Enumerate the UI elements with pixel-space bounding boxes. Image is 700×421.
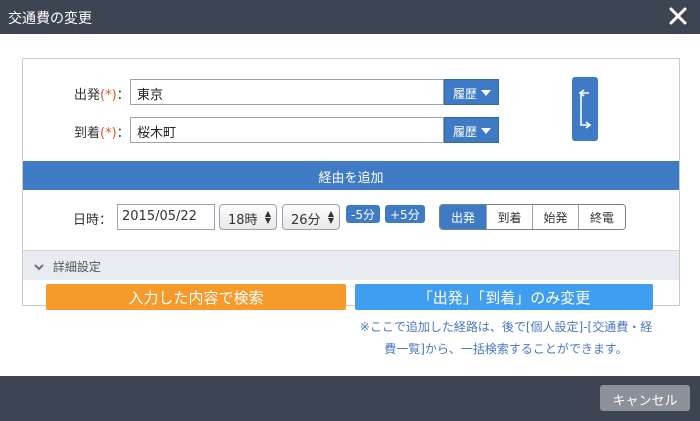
datetime-label: 日時： [73,213,113,228]
chevron-down-icon [33,261,45,275]
close-icon[interactable] [666,4,690,28]
time-mode-selector: 出発 到着 始発 終電 [439,204,626,230]
swap-button[interactable] [572,77,598,141]
minus-5min-button[interactable]: -5分 [346,205,380,223]
plus-5min-button[interactable]: +5分 [385,205,425,223]
swap-arrows-icon [578,89,592,129]
dialog-footer: キャンセル [0,376,700,421]
detail-settings-label: 詳細設定 [52,260,101,274]
change-only-button[interactable]: 「出発」「到着」のみ変更 [355,284,653,310]
from-input[interactable]: 東京 [130,79,444,105]
add-via-button[interactable]: 経由を追加 [23,161,679,190]
caret-down-icon [481,128,491,134]
to-history-button[interactable]: 履歴 [444,117,499,143]
to-label: 到着(*)： [74,126,130,141]
cancel-button[interactable]: キャンセル [600,385,690,411]
caret-down-icon [481,90,491,96]
mode-first-train[interactable]: 始発 [532,205,578,229]
updown-icon: ▲ ▼ [327,209,334,225]
dialog-content: 出発(*)： 東京 履歴 到着(*)： 桜木町 履歴 経由を追加 日時： 201… [0,34,700,376]
mode-departure[interactable]: 出発 [440,205,486,229]
date-input[interactable]: 2015/05/22 [117,204,215,230]
search-button[interactable]: 入力した内容で検索 [46,284,346,310]
mode-arrival[interactable]: 到着 [486,205,532,229]
dialog: 交通費の変更 出発(*)： 東京 履歴 到着(*)： 桜木町 履歴 経由を追加 … [0,0,700,421]
info-note: ※ここで追加した経路は、後で[個人設定]-[交通費・経費一覧]から、一括検索する… [359,320,653,356]
from-label: 出発(*)： [74,88,130,103]
detail-settings-toggle[interactable]: 詳細設定 [23,250,679,280]
titlebar: 交通費の変更 [0,0,700,34]
from-history-button[interactable]: 履歴 [444,79,499,105]
hour-select[interactable]: 18時 ▲ ▼ [219,204,277,230]
mode-last-train[interactable]: 終電 [578,205,625,229]
to-input[interactable]: 桜木町 [130,117,444,143]
updown-icon: ▲ ▼ [264,209,271,225]
minute-select[interactable]: 26分 ▲ ▼ [282,204,340,230]
route-panel: 出発(*)： 東京 履歴 到着(*)： 桜木町 履歴 経由を追加 日時： 201… [22,58,680,306]
dialog-title: 交通費の変更 [8,11,92,27]
